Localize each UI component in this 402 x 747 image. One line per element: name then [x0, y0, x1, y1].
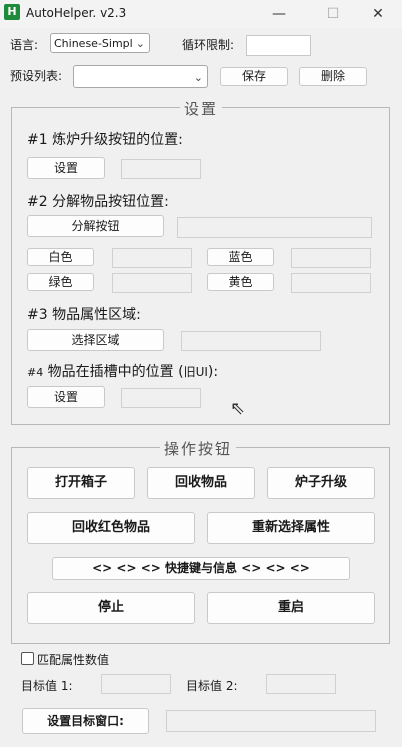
chevron-down-icon: ⌄ — [193, 71, 203, 84]
maximize-icon[interactable]: ☐ — [318, 4, 348, 24]
blue-button[interactable]: 蓝色 — [207, 248, 274, 266]
section-2-title: #2 分解物品按钮位置: — [27, 194, 169, 210]
chevron-down-icon: ⌄ — [135, 37, 145, 50]
mouse-cursor-icon: ⇖ — [230, 398, 246, 419]
green-field — [112, 273, 192, 293]
blue-field — [291, 248, 371, 268]
language-select[interactable]: Chinese-Simpl ⌄ — [50, 33, 150, 53]
delete-button[interactable]: 删除 — [299, 67, 367, 86]
slot-position-field — [121, 388, 201, 408]
match-attribute-label: 匹配属性数值 — [37, 653, 110, 667]
target2-input[interactable] — [266, 674, 336, 694]
select-area-button[interactable]: 选择区域 — [27, 329, 164, 351]
actions-group-title: 操作按钮 — [160, 438, 237, 459]
open-box-button[interactable]: 打开箱子 — [27, 467, 135, 499]
loop-limit-label: 循环限制: — [182, 38, 235, 52]
furnace-position-field — [121, 159, 201, 179]
section-1-title: #1 炼炉升级按钮的位置: — [27, 132, 183, 148]
stop-button[interactable]: 停止 — [27, 592, 195, 624]
settings-group-title: 设置 — [180, 98, 223, 119]
section-4-title: #4 物品在插槽中的位置 (旧UI): — [27, 361, 218, 381]
shortcuts-info-button[interactable]: <> <> <> 快捷键与信息 <> <> <> — [52, 557, 350, 580]
set-slot-button[interactable]: 设置 — [27, 386, 105, 408]
window-title: AutoHelper. v2.3 — [26, 6, 127, 20]
match-attribute-checkbox[interactable] — [21, 652, 34, 665]
set-furnace-button[interactable]: 设置 — [27, 157, 105, 179]
section-3-title: #3 物品属性区域: — [27, 307, 141, 323]
yellow-field — [291, 273, 371, 293]
green-button[interactable]: 绿色 — [27, 273, 94, 291]
set-target-window-button[interactable]: 设置目标窗口: — [22, 708, 149, 734]
reselect-attribute-button[interactable]: 重新选择属性 — [207, 512, 375, 544]
dismantle-position-field — [177, 217, 372, 238]
preset-select[interactable]: ⌄ — [73, 65, 208, 88]
section-4-main-text: 物品在插槽中的位置 ( — [43, 364, 184, 380]
loop-limit-input[interactable] — [246, 35, 311, 56]
yellow-button[interactable]: 黄色 — [207, 273, 274, 291]
minimize-icon[interactable]: — — [264, 4, 294, 24]
target2-label: 目标值 2: — [186, 679, 238, 693]
target1-label: 目标值 1: — [21, 679, 73, 693]
save-button[interactable]: 保存 — [220, 67, 288, 86]
recycle-red-button[interactable]: 回收红色物品 — [27, 512, 195, 544]
furnace-upgrade-button[interactable]: 炉子升级 — [267, 467, 375, 499]
white-button[interactable]: 白色 — [27, 248, 94, 266]
target1-input[interactable] — [101, 674, 171, 694]
section-4-number: #4 — [27, 366, 44, 379]
recycle-items-button[interactable]: 回收物品 — [147, 467, 255, 499]
app-icon: H — [4, 4, 20, 20]
target-window-field — [166, 710, 376, 732]
language-label: 语言: — [10, 38, 39, 52]
close-icon[interactable]: ✕ — [363, 4, 393, 24]
dismantle-button[interactable]: 分解按钮 — [27, 215, 164, 237]
language-value: Chinese-Simpl — [54, 37, 133, 50]
attribute-area-field — [181, 331, 321, 351]
restart-button[interactable]: 重启 — [207, 592, 375, 624]
section-4-suffix: ): — [207, 364, 219, 380]
white-field — [112, 248, 192, 268]
preset-label: 预设列表: — [10, 69, 63, 83]
section-4-old-ui: 旧UI — [183, 365, 208, 379]
